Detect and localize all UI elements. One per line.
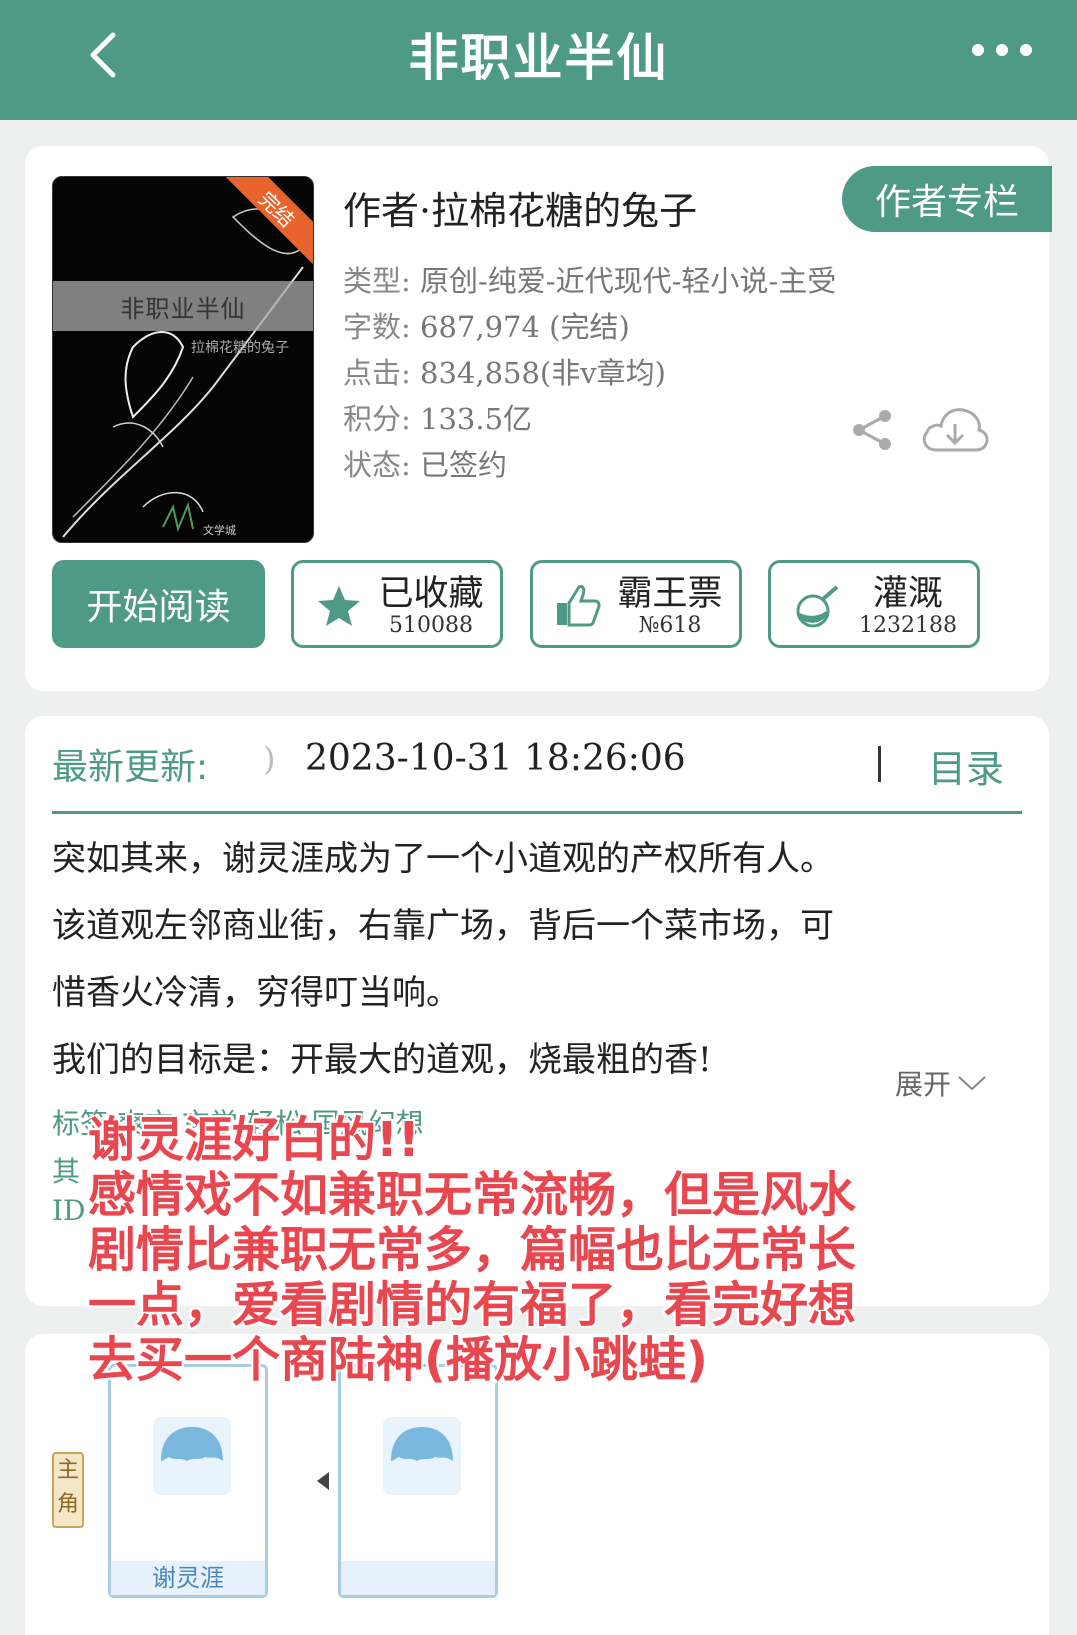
note-line: 剧情比兼职无常多，篇幅也比无常长	[88, 1222, 857, 1278]
cover-title: 非职业半仙	[120, 295, 246, 323]
nutrient-count: 1232188	[859, 613, 957, 638]
note-line: 谢灵涯好白的!!	[88, 1112, 420, 1168]
info-word-count: 字数: 687,974 (完结)	[343, 310, 630, 344]
author-column-button[interactable]: 作者专栏	[842, 166, 1052, 232]
book-cover[interactable]: 非职业半仙 拉棉花糖的兔子 完结 文学城	[52, 176, 314, 543]
info-genre: 类型: 原创-纯爱-近代现代-轻小说-主受	[343, 264, 837, 298]
summary-line: 突如其来，谢灵涯成为了一个小道观的产权所有人。	[52, 839, 834, 879]
separator	[878, 746, 881, 782]
summary-line: 我们的目标是：开最大的道观，烧最粗的香!	[52, 1040, 712, 1080]
ticket-label: 霸王票	[617, 574, 723, 614]
cover-illustration	[62, 208, 304, 538]
latest-update-label: 最新更新:	[52, 747, 209, 788]
character-name	[341, 1561, 495, 1595]
nutrient-button[interactable]: 灌溉 1232188	[768, 560, 980, 648]
note-line: 一点，爱看剧情的有福了，看完好想	[88, 1277, 857, 1333]
nutrient-label: 灌溉	[872, 574, 943, 614]
divider	[52, 811, 1022, 814]
expand-button[interactable]: 展开	[895, 1063, 987, 1103]
info-clicks: 点击: 834,858(非v章均)	[343, 356, 666, 390]
character-card[interactable]	[338, 1364, 498, 1598]
arrow-left-icon[interactable]	[317, 1472, 329, 1490]
overlay-review-note: 谢灵涯好白的!! 感情戏不如兼职无常流畅，但是风水 剧情比兼职无常多，篇幅也比无…	[88, 1113, 1048, 1388]
avatar	[383, 1417, 461, 1495]
book-summary: 突如其来，谢灵涯成为了一个小道观的产权所有人。 该道观左邻商业街，右靠广场，背后…	[52, 826, 1012, 1094]
table-of-contents-link[interactable]: 目录	[928, 738, 1004, 793]
author-name[interactable]: 作者·拉棉花糖的兔子	[343, 180, 697, 235]
star-icon	[316, 583, 362, 633]
info-status: 状态: 已签约	[343, 448, 508, 482]
protagonist-tag: 主角	[52, 1452, 84, 1528]
page-title: 非职业半仙	[408, 29, 669, 87]
avatar	[153, 1417, 231, 1495]
latest-update-time[interactable]: 2023-10-31 18:26:06	[305, 738, 686, 779]
share-icon[interactable]	[851, 408, 895, 456]
ticket-button[interactable]: 霸王票 №618	[530, 560, 742, 648]
chevron-down-icon	[958, 1076, 986, 1091]
watering-bottle-icon	[793, 583, 843, 633]
cover-logo: 文学城	[203, 524, 236, 537]
character-card[interactable]: 谢灵涯	[108, 1364, 268, 1598]
cover-author: 拉棉花糖的兔子	[191, 340, 289, 356]
characters-line: 其	[52, 1155, 81, 1188]
note-line: 感情戏不如兼职无常流畅，但是风水	[88, 1167, 857, 1223]
ticket-count: №618	[638, 613, 702, 638]
id-line: ID	[52, 1194, 86, 1227]
book-info-card: 非职业半仙 拉棉花糖的兔子 完结 文学城 作者·拉棉花糖的兔子 作者专栏 类型:…	[25, 146, 1052, 691]
expand-label: 展开	[895, 1068, 952, 1101]
note-line: 去买一个商陆神(播放小跳蛙)	[88, 1332, 708, 1388]
download-cloud-icon[interactable]	[919, 404, 991, 460]
summary-line: 惜香火冷清，穷得叮当响。	[52, 973, 460, 1013]
more-options-icon[interactable]	[972, 30, 1032, 70]
favorite-count: 510088	[389, 613, 473, 638]
app-header: 非职业半仙	[0, 0, 1077, 120]
info-score: 积分: 133.5亿	[343, 402, 533, 436]
character-name: 谢灵涯	[111, 1561, 265, 1595]
start-reading-button[interactable]: 开始阅读	[52, 560, 265, 648]
thumbs-up-icon	[555, 583, 601, 633]
latest-update-paren: )	[263, 740, 276, 778]
summary-line: 该道观左邻商业街，右靠广场，背后一个菜市场，可	[52, 906, 834, 946]
favorite-label: 已收藏	[378, 574, 484, 614]
favorite-button[interactable]: 已收藏 510088	[291, 560, 503, 648]
